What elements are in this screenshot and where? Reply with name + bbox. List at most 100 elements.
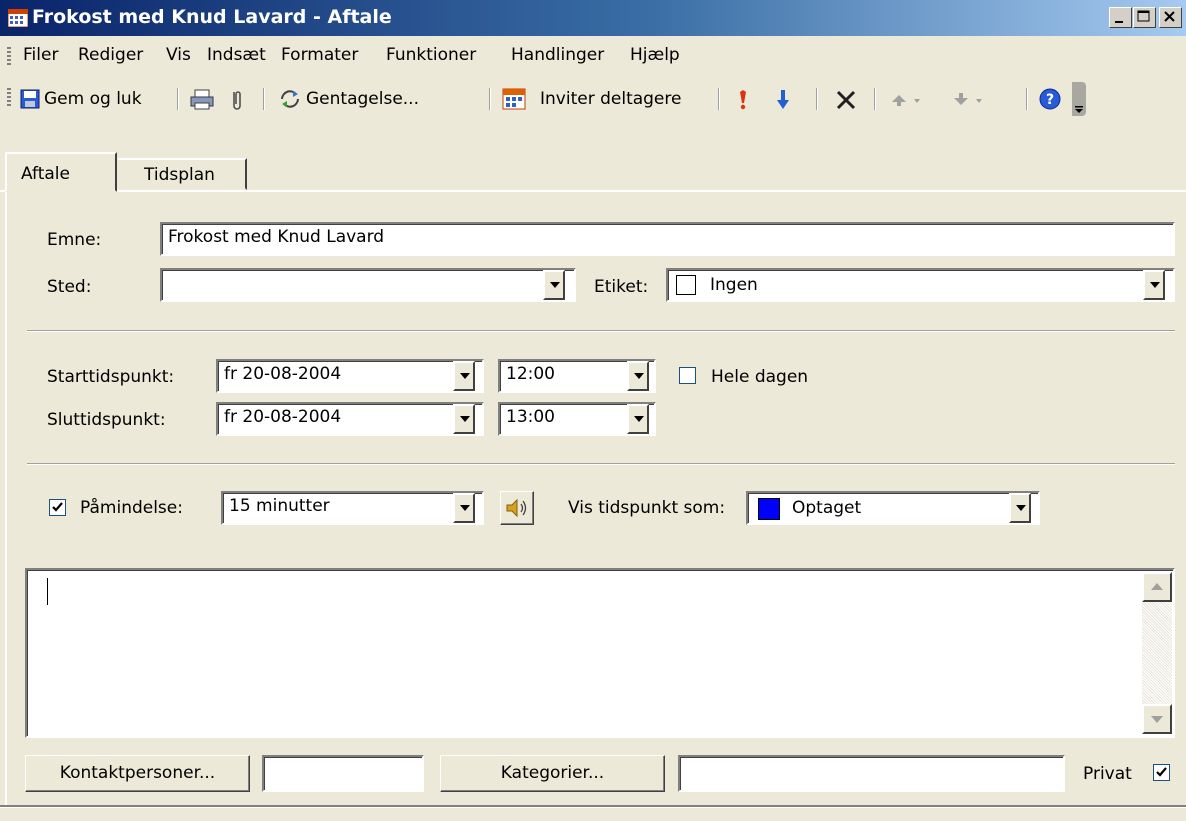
categories-button[interactable]: Kategorier... [440, 755, 665, 792]
close-icon [1164, 11, 1175, 22]
menubar-grip[interactable] [7, 47, 11, 65]
start-time-value: 12:00 [506, 364, 555, 384]
attach-button[interactable] [224, 86, 248, 112]
start-date-input[interactable]: fr 20-08-2004 [216, 359, 484, 393]
checkmark-icon [1156, 767, 1167, 777]
reminder-select[interactable]: 15 minutter [221, 491, 484, 525]
appointment-window: Frokost med Knud Lavard - Aftale Filer R… [0, 0, 1186, 821]
toolbar-separator [874, 88, 876, 110]
toolbar-separator [177, 88, 179, 110]
print-button[interactable] [187, 86, 217, 112]
end-time-value: 13:00 [506, 407, 555, 427]
close-button[interactable] [1159, 7, 1182, 28]
toolbar-separator [263, 88, 265, 110]
label-value: Ingen [710, 275, 758, 295]
menu-funktioner[interactable]: Funktioner [386, 45, 476, 65]
categories-input[interactable] [678, 755, 1065, 792]
location-input[interactable] [160, 268, 576, 302]
speaker-icon [506, 498, 527, 518]
tab-strip-line [0, 190, 1186, 192]
save-close-label: Gem og luk [44, 89, 142, 109]
window-title: Frokost med Knud Lavard - Aftale [32, 6, 392, 28]
calendar-icon [8, 9, 28, 27]
end-date-value: fr 20-08-2004 [224, 407, 342, 427]
up-arrow-icon [892, 95, 920, 106]
minimize-icon [1115, 21, 1123, 23]
toolbar-grip[interactable] [7, 88, 11, 108]
contacts-button[interactable]: Kontaktpersoner... [25, 755, 250, 792]
tab-tidsplan-label: Tidsplan [144, 165, 215, 185]
tab-panel-border [5, 190, 7, 805]
invite-attendees-button[interactable]: Inviter deltagere [500, 86, 710, 112]
maximize-button[interactable] [1133, 7, 1156, 28]
next-item-button[interactable] [950, 86, 992, 112]
show-as-label: Vis tidspunkt som: [568, 498, 726, 518]
menu-handlinger[interactable]: Handlinger [511, 45, 604, 65]
invite-label: Inviter deltagere [540, 89, 682, 109]
exclamation-icon [740, 90, 746, 110]
all-day-label: Hele dagen [711, 367, 809, 387]
down-arrow-icon [777, 90, 789, 109]
reminder-dropdown-button[interactable] [453, 493, 475, 523]
tab-aftale[interactable]: Aftale [5, 152, 117, 192]
show-as-dropdown-button[interactable] [1009, 493, 1031, 523]
private-checkbox[interactable] [1153, 764, 1170, 781]
save-close-button[interactable]: Gem og luk [18, 86, 168, 112]
paperclip-icon [233, 91, 241, 110]
menu-indsaet[interactable]: Indsæt [207, 45, 266, 65]
menu-vis[interactable]: Vis [166, 45, 191, 65]
svg-text:?: ? [1046, 92, 1054, 108]
end-date-input[interactable]: fr 20-08-2004 [216, 402, 484, 436]
checkmark-icon [52, 502, 63, 512]
subject-input[interactable]: Frokost med Knud Lavard [160, 222, 1175, 256]
menu-rediger[interactable]: Rediger [78, 45, 143, 65]
all-day-checkbox[interactable] [679, 367, 696, 384]
contacts-input[interactable] [262, 755, 424, 792]
label-dropdown-button[interactable] [1143, 270, 1165, 300]
help-button[interactable]: ? [1036, 86, 1064, 112]
label-select[interactable]: Ingen [666, 268, 1175, 302]
start-date-value: fr 20-08-2004 [224, 364, 342, 384]
start-label: Starttidspunkt: [47, 367, 175, 387]
private-label: Privat [1083, 764, 1132, 784]
maximize-icon [1137, 10, 1150, 22]
tab-aftale-label: Aftale [21, 164, 70, 184]
help-icon: ? [1039, 88, 1061, 110]
scroll-up-icon [1151, 583, 1163, 590]
high-importance-button[interactable] [732, 86, 754, 112]
reminder-sound-button[interactable] [500, 491, 534, 525]
location-dropdown-button[interactable] [543, 270, 565, 300]
location-label: Sted: [47, 277, 92, 297]
menu-hjaelp[interactable]: Hjælp [630, 45, 680, 65]
recurrence-icon [281, 90, 299, 108]
minimize-button[interactable] [1109, 7, 1132, 28]
start-date-dropdown-button[interactable] [453, 361, 475, 391]
toolbar-separator [718, 88, 720, 110]
menu-filer[interactable]: Filer [23, 45, 58, 65]
down-arrow-icon [954, 93, 982, 105]
tab-tidsplan[interactable]: Tidsplan [117, 158, 247, 190]
start-time-dropdown-button[interactable] [627, 361, 649, 391]
notes-scrollbar[interactable] [1142, 572, 1172, 734]
menu-formater[interactable]: Formater [281, 45, 358, 65]
end-time-dropdown-button[interactable] [627, 404, 649, 434]
title-bar[interactable]: Frokost med Knud Lavard - Aftale [0, 0, 1186, 36]
subject-label: Emne: [47, 230, 102, 250]
reminder-checkbox[interactable] [49, 499, 66, 516]
divider [27, 463, 1175, 465]
end-label: Sluttidspunkt: [47, 410, 166, 430]
previous-item-button[interactable] [888, 86, 930, 112]
toolbar-options-button[interactable] [1072, 82, 1086, 116]
recurrence-button[interactable]: Gentagelse... [276, 86, 476, 112]
scroll-down-button[interactable] [1142, 704, 1172, 734]
end-date-dropdown-button[interactable] [453, 404, 475, 434]
scroll-up-button[interactable] [1142, 572, 1172, 602]
show-as-select[interactable]: Optaget [746, 491, 1040, 525]
toolbar-separator [1026, 88, 1028, 110]
low-importance-button[interactable] [772, 86, 794, 112]
delete-button[interactable] [830, 86, 860, 112]
notes-textarea[interactable] [25, 568, 1175, 738]
print-icon [190, 89, 214, 110]
show-as-color-swatch [758, 498, 780, 520]
reminder-value: 15 minutter [229, 496, 330, 516]
